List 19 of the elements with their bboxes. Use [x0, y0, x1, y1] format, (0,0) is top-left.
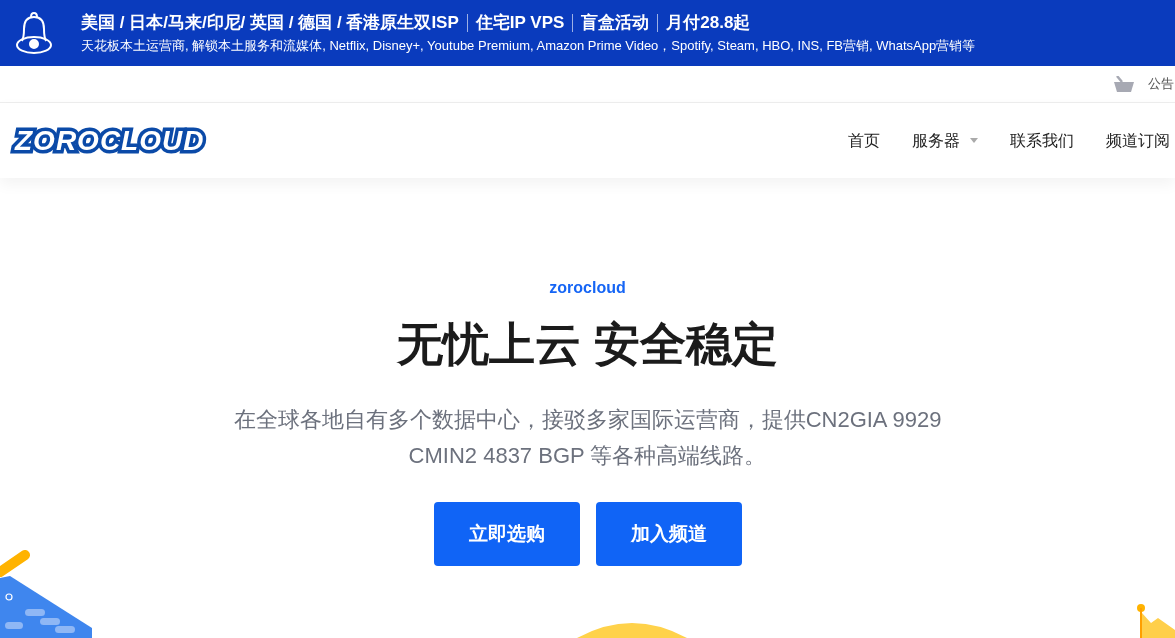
announcement-headline: 月付28.8起	[666, 11, 751, 34]
logo[interactable]: ZOROCLOUD	[10, 118, 210, 163]
cta-button[interactable]: 加入频道	[595, 502, 742, 566]
nav-link[interactable]: 服务器	[912, 128, 978, 153]
bell-icon	[15, 11, 53, 55]
nav-link[interactable]: 频道订阅	[1106, 128, 1170, 153]
announcement-headline: 美国 / 日本/马来/印尼/ 英国 / 德国 / 香港原生双ISP	[81, 11, 459, 34]
eyebrow-text: zorocloud	[549, 278, 626, 298]
announcement-headline: 盲盒活动	[581, 11, 650, 34]
announcement-headline: 住宅IP VPS	[475, 11, 565, 34]
hero-description: 在全球各地自有多个数据中心，接驳多家国际运营商，提供CN2GIA 9929 CMIN2 4837 BGP 等各种高端线路。	[232, 406, 943, 470]
announcement-banner[interactable]: 美国 / 日本/马来/印尼/ 英国 / 德国 / 香港原生双ISP 住宅IP VPS 盲盒活动 月付28.8起 天花板本土运营商, 解锁本土服务和流媒体, Netflix, Disney+, Youtube Premium, Amazon Prime Video，Spotify, Steam, HBO, INS, FB营销, WhatsApp营销等	[0, 0, 1175, 66]
announcement-text: 天花板本土运营商, 解锁本土服务和流媒体, Netflix, Disney+, Youtube Premium, Amazon Prime Video，Spotify, Steam, HBO, INS, FB营销, WhatsApp营销等	[81, 36, 976, 55]
notice-link[interactable]: 公告	[1148, 74, 1174, 94]
basket-icon	[1114, 76, 1134, 92]
nav-link[interactable]: 首页	[848, 128, 880, 153]
nav-link[interactable]: 联系我们	[1010, 128, 1074, 153]
cta-button[interactable]: 立即选购	[433, 502, 580, 566]
hero-heading: 无忧上云 安全稳定	[397, 317, 778, 372]
